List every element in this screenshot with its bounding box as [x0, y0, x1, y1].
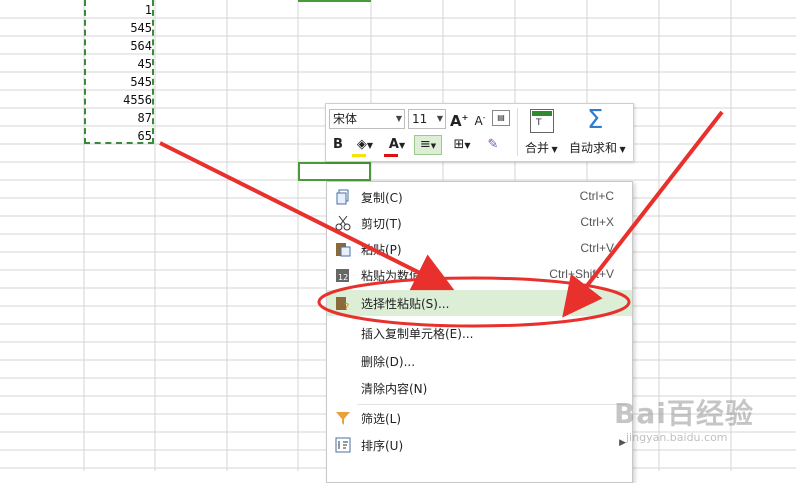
- menu-item-paste-special[interactable]: ? 选择性粘贴(S)...: [327, 290, 632, 316]
- decrease-font-icon: A: [474, 114, 483, 128]
- menu-item-label: 筛选(L): [361, 412, 402, 426]
- baidu-watermark-url: jingyan.baidu.com: [626, 431, 728, 444]
- merge-cells-icon[interactable]: T: [530, 109, 554, 133]
- font-size-value: 11: [412, 112, 428, 126]
- increase-font-size-button[interactable]: A+: [450, 109, 468, 130]
- toolbar-divider: [517, 108, 518, 156]
- font-size-select[interactable]: 11 ▼: [408, 109, 446, 129]
- context-menu: 复制(C) Ctrl+C 剪切(T) Ctrl+X 粘贴(P) Ctrl+V 1…: [326, 181, 633, 483]
- watermark-brand: Bai百经验: [614, 397, 754, 430]
- menu-item-shortcut: Ctrl+C: [579, 189, 614, 203]
- menu-item-paste[interactable]: 粘贴(P) Ctrl+V: [327, 236, 632, 262]
- copy-marquee-border: [84, 0, 154, 144]
- chevron-down-icon: ▼: [395, 114, 402, 123]
- menu-item-shortcut: Ctrl+V: [580, 241, 614, 255]
- menu-item-label: 粘贴为数值: [361, 269, 422, 283]
- borders-button[interactable]: ⊞▼: [448, 136, 476, 155]
- menu-item-label: 剪切(T): [361, 217, 402, 231]
- chevron-down-icon: ▼: [436, 114, 443, 123]
- fill-color-swatch: [352, 154, 366, 157]
- baidu-watermark: Bai百经验: [614, 392, 754, 432]
- format-painter-icon[interactable]: ✎: [484, 136, 502, 154]
- paint-bucket-icon: ◈: [356, 137, 367, 152]
- menu-item-label: 清除内容(N): [361, 382, 428, 396]
- menu-item-label: 排序(U): [361, 439, 404, 453]
- increase-font-icon: A: [450, 112, 462, 130]
- submenu-arrow-icon: ▶: [619, 438, 626, 448]
- paste-special-icon: ?: [336, 297, 349, 311]
- font-color-swatch: [384, 154, 398, 157]
- merge-cells-button[interactable]: 合并 ▼: [525, 139, 558, 156]
- menu-item-label: 选择性粘贴(S)...: [361, 297, 450, 311]
- font-name-select[interactable]: 宋体 ▼: [329, 109, 405, 129]
- menu-item-label: 删除(D)...: [361, 355, 416, 369]
- menu-item-filter[interactable]: 筛选(L): [327, 405, 632, 431]
- paste-values-icon: 12: [336, 269, 349, 282]
- sort-icon: [335, 437, 351, 453]
- svg-text:12: 12: [338, 273, 348, 282]
- fill-color-button[interactable]: ◈▼: [350, 136, 380, 157]
- font-name-value: 宋体: [333, 112, 358, 126]
- menu-item-delete[interactable]: 删除(D)...: [327, 348, 632, 374]
- filter-funnel-icon: [336, 412, 350, 425]
- menu-item-label: 插入复制单元格(E)...: [361, 327, 474, 341]
- menu-item-shortcut: Ctrl+Shift+V: [549, 267, 614, 281]
- format-cell-icon[interactable]: ▤: [492, 110, 510, 126]
- active-cell[interactable]: [298, 162, 371, 181]
- sigma-icon[interactable]: Σ: [587, 106, 603, 134]
- copy-icon: [336, 189, 349, 205]
- menu-item-sort[interactable]: 排序(U) ▶: [327, 432, 632, 458]
- menu-item-shortcut: Ctrl+X: [580, 215, 614, 229]
- scissors-icon: [335, 215, 351, 231]
- align-center-icon: ≡: [419, 137, 431, 152]
- svg-text:?: ?: [344, 302, 349, 311]
- floating-format-toolbar: 宋体 ▼ 11 ▼ A+ A- ▤ B ◈▼ A▼ ≡▼ ⊞▼ ✎ T 合并 ▼…: [325, 103, 634, 162]
- font-color-button[interactable]: A▼: [382, 136, 412, 157]
- autosum-button[interactable]: 自动求和 ▼: [569, 139, 626, 156]
- menu-item-label: 复制(C): [361, 191, 403, 205]
- merge-label: 合并: [525, 141, 550, 155]
- font-color-icon: A: [388, 137, 399, 152]
- border-grid-icon: ⊞: [453, 137, 465, 152]
- paste-icon: [336, 243, 351, 257]
- menu-item-clear-contents[interactable]: 清除内容(N): [327, 375, 632, 401]
- decrease-font-size-button[interactable]: A-: [471, 109, 489, 130]
- align-center-button[interactable]: ≡▼: [414, 135, 442, 155]
- bold-icon: B: [333, 137, 343, 152]
- menu-item-label: 粘贴(P): [361, 243, 402, 257]
- menu-item-copy[interactable]: 复制(C) Ctrl+C: [327, 184, 632, 210]
- autosum-label: 自动求和: [569, 141, 618, 155]
- bold-button[interactable]: B: [330, 136, 346, 154]
- menu-item-cut[interactable]: 剪切(T) Ctrl+X: [327, 210, 632, 236]
- menu-item-insert-copied-cells[interactable]: 插入复制单元格(E)...: [327, 320, 632, 346]
- menu-item-paste-values[interactable]: 12 粘贴为数值 Ctrl+Shift+V: [327, 262, 632, 288]
- active-column-marker: [298, 0, 371, 2]
